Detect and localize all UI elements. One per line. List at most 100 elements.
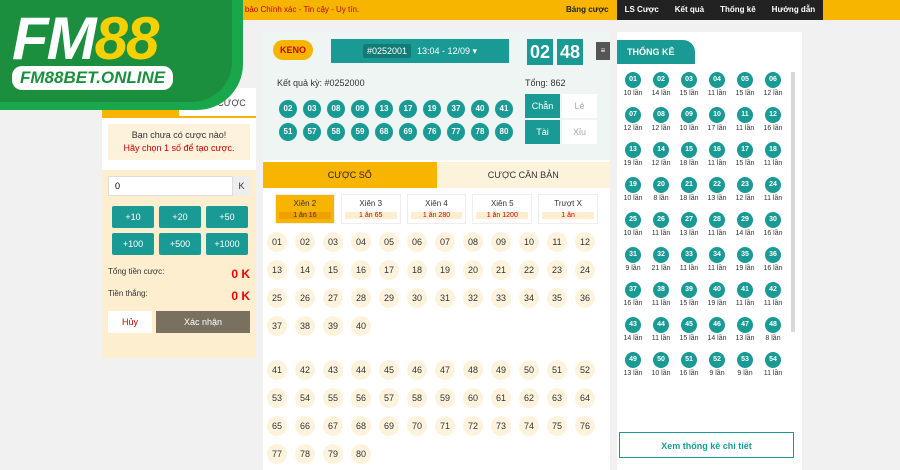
number-ball[interactable]: 38 [295, 316, 315, 336]
toggle-panel-icon[interactable]: ≡ [596, 42, 610, 60]
number-ball[interactable]: 58 [407, 388, 427, 408]
number-ball[interactable]: 62 [519, 388, 539, 408]
number-ball[interactable]: 27 [323, 288, 343, 308]
number-ball[interactable]: 10 [519, 232, 539, 252]
number-ball[interactable]: 40 [351, 316, 371, 336]
cancel-button[interactable]: Hủy [108, 311, 152, 333]
number-ball[interactable]: 39 [323, 316, 343, 336]
number-ball[interactable]: 64 [575, 388, 595, 408]
number-ball[interactable]: 69 [379, 416, 399, 436]
number-ball[interactable]: 01 [267, 232, 287, 252]
number-ball[interactable]: 18 [407, 260, 427, 280]
number-ball[interactable]: 20 [463, 260, 483, 280]
number-ball[interactable]: 29 [379, 288, 399, 308]
number-ball[interactable]: 30 [407, 288, 427, 308]
menu-bang-cuoc[interactable]: Bảng cược [558, 0, 617, 20]
number-ball[interactable]: 32 [463, 288, 483, 308]
amount-input[interactable] [108, 176, 233, 196]
number-ball[interactable]: 66 [295, 416, 315, 436]
bet-type-item[interactable]: Xiên 4 1 ăn 280 [406, 194, 467, 224]
menu-huong-dan[interactable]: Hướng dẫn [764, 0, 823, 20]
number-ball[interactable]: 14 [295, 260, 315, 280]
tab-cuoc-can-ban[interactable]: CƯỢC CĂN BẢN [436, 162, 610, 188]
number-ball[interactable]: 15 [323, 260, 343, 280]
quick-1000-button[interactable]: +1000 [206, 233, 248, 255]
bet-type-item[interactable]: Trượt X 1 ăn [538, 194, 598, 224]
menu-thong-ke[interactable]: Thống kê [712, 0, 764, 20]
number-ball[interactable]: 67 [323, 416, 343, 436]
number-ball[interactable]: 04 [351, 232, 371, 252]
number-ball[interactable]: 80 [351, 444, 371, 464]
quick-50-button[interactable]: +50 [206, 206, 248, 228]
number-ball[interactable]: 74 [519, 416, 539, 436]
number-ball[interactable]: 33 [491, 288, 511, 308]
bet-type-item[interactable]: Xiên 5 1 ăn 1200 [472, 194, 533, 224]
number-ball[interactable]: 25 [267, 288, 287, 308]
number-ball[interactable]: 65 [267, 416, 287, 436]
number-ball[interactable]: 76 [575, 416, 595, 436]
stats-scrollbar[interactable] [791, 72, 795, 332]
number-ball[interactable]: 02 [295, 232, 315, 252]
quick-500-button[interactable]: +500 [159, 233, 201, 255]
quick-100-button[interactable]: +100 [112, 233, 154, 255]
see-more-stats-button[interactable]: Xem thống kê chi tiết [619, 432, 794, 458]
number-ball[interactable]: 52 [575, 360, 595, 380]
number-ball[interactable]: 79 [323, 444, 343, 464]
number-ball[interactable]: 24 [575, 260, 595, 280]
number-ball[interactable]: 72 [463, 416, 483, 436]
number-ball[interactable]: 37 [267, 316, 287, 336]
number-ball[interactable]: 55 [323, 388, 343, 408]
number-ball[interactable]: 56 [351, 388, 371, 408]
number-ball[interactable]: 63 [547, 388, 567, 408]
number-ball[interactable]: 05 [379, 232, 399, 252]
number-ball[interactable]: 70 [407, 416, 427, 436]
number-ball[interactable]: 77 [267, 444, 287, 464]
number-ball[interactable]: 51 [547, 360, 567, 380]
number-ball[interactable]: 43 [323, 360, 343, 380]
number-ball[interactable]: 53 [267, 388, 287, 408]
number-ball[interactable]: 28 [351, 288, 371, 308]
number-ball[interactable]: 59 [435, 388, 455, 408]
menu-ls-cuoc[interactable]: LS Cược [617, 0, 667, 20]
quick-20-button[interactable]: +20 [159, 206, 201, 228]
number-ball[interactable]: 49 [491, 360, 511, 380]
confirm-button[interactable]: Xác nhận [156, 311, 250, 333]
number-ball[interactable]: 54 [295, 388, 315, 408]
bet-type-item[interactable]: Xiên 3 1 ăn 65 [340, 194, 401, 224]
number-ball[interactable]: 19 [435, 260, 455, 280]
number-ball[interactable]: 41 [267, 360, 287, 380]
number-ball[interactable]: 68 [351, 416, 371, 436]
number-ball[interactable]: 31 [435, 288, 455, 308]
number-ball[interactable]: 22 [519, 260, 539, 280]
number-ball[interactable]: 50 [519, 360, 539, 380]
number-ball[interactable]: 47 [435, 360, 455, 380]
number-ball[interactable]: 16 [351, 260, 371, 280]
number-ball[interactable]: 75 [547, 416, 567, 436]
number-ball[interactable]: 17 [379, 260, 399, 280]
quick-10-button[interactable]: +10 [112, 206, 154, 228]
number-ball[interactable]: 60 [463, 388, 483, 408]
number-ball[interactable]: 06 [407, 232, 427, 252]
number-ball[interactable]: 42 [295, 360, 315, 380]
number-ball[interactable]: 09 [491, 232, 511, 252]
number-ball[interactable]: 44 [351, 360, 371, 380]
number-ball[interactable]: 46 [407, 360, 427, 380]
number-ball[interactable]: 36 [575, 288, 595, 308]
number-ball[interactable]: 11 [547, 232, 567, 252]
tab-cuoc-so[interactable]: CƯỢC SỐ [263, 162, 437, 188]
number-ball[interactable]: 23 [547, 260, 567, 280]
number-ball[interactable]: 03 [323, 232, 343, 252]
number-ball[interactable]: 57 [379, 388, 399, 408]
number-ball[interactable]: 26 [295, 288, 315, 308]
number-ball[interactable]: 45 [379, 360, 399, 380]
number-ball[interactable]: 08 [463, 232, 483, 252]
draw-selector[interactable]: #0252001 13:04 - 12/09 ▾ [331, 39, 509, 63]
number-ball[interactable]: 71 [435, 416, 455, 436]
number-ball[interactable]: 48 [463, 360, 483, 380]
number-ball[interactable]: 21 [491, 260, 511, 280]
number-ball[interactable]: 07 [435, 232, 455, 252]
bet-type-item[interactable]: Xiên 2 1 ăn 16 [275, 194, 335, 224]
menu-ket-qua[interactable]: Kết quả [667, 0, 712, 20]
number-ball[interactable]: 35 [547, 288, 567, 308]
number-ball[interactable]: 13 [267, 260, 287, 280]
